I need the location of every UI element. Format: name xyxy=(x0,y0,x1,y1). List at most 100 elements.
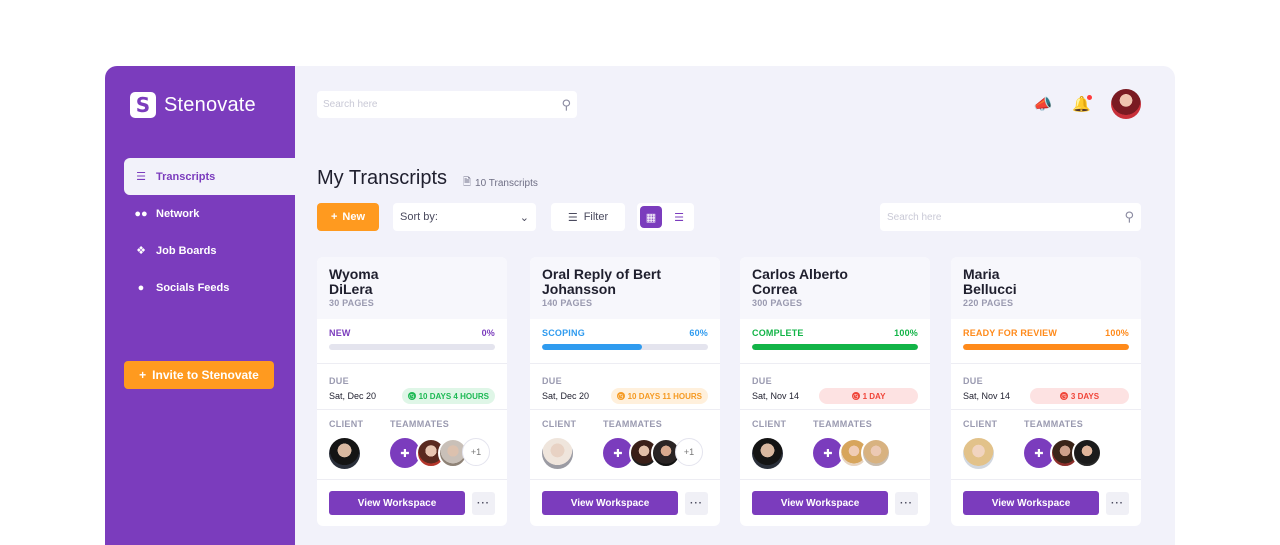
transcript-card: Oral Reply of Bert Johansson 140 PAGES SC… xyxy=(530,257,720,526)
sidebar-item-label: Job Boards xyxy=(156,244,217,257)
more-options-icon[interactable]: ··· xyxy=(472,491,495,515)
view-workspace-button[interactable]: View Workspace xyxy=(963,491,1099,515)
more-teammates-badge[interactable]: +1 xyxy=(462,438,490,466)
card-header: Carlos Alberto Correa 300 PAGES xyxy=(740,257,930,319)
client-label: CLIENT xyxy=(329,419,364,429)
transcript-card: Carlos Alberto Correa 300 PAGES COMPLETE … xyxy=(740,257,930,526)
plus-icon: + xyxy=(139,368,147,382)
progress-track xyxy=(963,344,1129,350)
card-title[interactable]: Carlos Alberto Correa xyxy=(752,267,918,297)
due-date: Sat, Nov 14 xyxy=(963,391,1011,401)
sidebar-item-job-boards[interactable]: ❖ Job Boards xyxy=(124,232,295,269)
sort-dropdown[interactable]: Sort by: ⌄ xyxy=(393,203,536,231)
transcript-card: Maria Bellucci 220 PAGES READY FOR REVIEW… xyxy=(951,257,1141,526)
card-due: DUE Sat, Dec 20 ◷ 10 DAYS 4 HOURS xyxy=(317,363,507,409)
chevron-down-icon: ⌄ xyxy=(519,211,529,224)
card-pages: 140 PAGES xyxy=(542,298,593,308)
due-label: DUE xyxy=(329,376,349,386)
sidebar-item-label: Transcripts xyxy=(156,170,216,183)
teammates-label: TEAMMATES xyxy=(1024,419,1084,429)
due-date: Sat, Dec 20 xyxy=(329,391,377,401)
view-workspace-button[interactable]: View Workspace xyxy=(542,491,678,515)
progress-percent: 100% xyxy=(1105,328,1129,338)
teammate-avatar[interactable] xyxy=(861,438,891,468)
card-title[interactable]: Maria Bellucci xyxy=(963,267,1129,297)
invite-button[interactable]: + Invite to Stenovate xyxy=(124,361,274,389)
progress-track xyxy=(542,344,708,350)
sidebar-item-socials-feeds[interactable]: ● Socials Feeds xyxy=(124,269,295,306)
teammate-avatar[interactable] xyxy=(1072,438,1102,468)
clock-icon: ◷ xyxy=(407,392,416,400)
card-pages: 220 PAGES xyxy=(963,298,1014,308)
teammates-label: TEAMMATES xyxy=(603,419,663,429)
card-actions: View Workspace ··· xyxy=(530,479,720,526)
more-options-icon[interactable]: ··· xyxy=(895,491,918,515)
page-title: My Transcripts xyxy=(317,167,448,189)
more-options-icon[interactable]: ··· xyxy=(1106,491,1129,515)
megaphone-icon[interactable]: 📣 xyxy=(1034,95,1053,113)
sidebar-item-label: Socials Feeds xyxy=(156,281,230,294)
sidebar-nav: ☰ Transcripts ●● Network ❖ Job Boards ● … xyxy=(124,158,295,306)
top-search-bar: ⚲ xyxy=(317,91,577,118)
sidebar-item-transcripts[interactable]: ☰ Transcripts xyxy=(124,158,295,195)
status-label: NEW xyxy=(329,328,351,338)
brand-name: Stenovate xyxy=(164,93,256,116)
client-avatar[interactable] xyxy=(542,438,573,469)
status-label: READY FOR REVIEW xyxy=(963,328,1058,338)
search-icon[interactable]: ⚲ xyxy=(1124,209,1134,225)
new-button[interactable]: + New xyxy=(317,203,379,231)
card-title[interactable]: Wyoma DiLera xyxy=(329,267,495,297)
time-left-badge: ◷ 1 DAY xyxy=(819,388,918,404)
due-label: DUE xyxy=(542,376,562,386)
logo-icon: S xyxy=(130,92,156,118)
card-header: Maria Bellucci 220 PAGES xyxy=(951,257,1141,319)
time-left-badge: ◷ 3 DAYS xyxy=(1030,388,1129,404)
card-pages: 30 PAGES xyxy=(329,298,374,308)
plus-icon: + xyxy=(330,211,338,223)
due-date: Sat, Nov 14 xyxy=(752,391,800,401)
card-actions: View Workspace ··· xyxy=(317,479,507,526)
grid-view-icon[interactable]: ▦ xyxy=(640,206,662,228)
sort-label: Sort by: xyxy=(400,211,438,223)
more-teammates-badge[interactable]: +1 xyxy=(675,438,703,466)
teammate-list: ✚ xyxy=(1024,438,1102,468)
bell-icon[interactable]: 🔔 xyxy=(1072,95,1092,113)
card-status: SCOPING 60% xyxy=(530,319,720,363)
teammate-list: ✚ xyxy=(813,438,891,468)
client-label: CLIENT xyxy=(963,419,998,429)
teammates-label: TEAMMATES xyxy=(813,419,873,429)
time-left-badge: ◷ 10 DAYS 11 HOURS xyxy=(610,388,708,404)
notification-dot xyxy=(1087,95,1092,100)
progress-track xyxy=(752,344,918,350)
more-options-icon[interactable]: ··· xyxy=(685,491,708,515)
top-actions: 📣 🔔 xyxy=(1034,89,1141,119)
client-label: CLIENT xyxy=(752,419,787,429)
view-workspace-button[interactable]: View Workspace xyxy=(329,491,465,515)
progress-percent: 0% xyxy=(481,328,495,338)
card-status: READY FOR REVIEW 100% xyxy=(951,319,1141,363)
client-avatar[interactable] xyxy=(752,438,783,469)
card-pages: 300 PAGES xyxy=(752,298,803,308)
list-view-icon[interactable]: ☰ xyxy=(668,206,690,228)
transcript-count-label: 10 Transcripts xyxy=(475,178,538,189)
view-workspace-button[interactable]: View Workspace xyxy=(752,491,888,515)
filter-button[interactable]: ☰ Filter xyxy=(551,203,625,231)
card-team: CLIENT TEAMMATES ✚ xyxy=(951,409,1141,479)
client-avatar[interactable] xyxy=(329,438,360,469)
card-actions: View Workspace ··· xyxy=(740,479,930,526)
client-avatar[interactable] xyxy=(963,438,994,469)
clock-icon: ◷ xyxy=(616,392,625,400)
card-actions: View Workspace ··· xyxy=(951,479,1141,526)
progress-percent: 60% xyxy=(689,328,708,338)
new-label: New xyxy=(342,211,366,223)
teammate-list: ✚ +1 xyxy=(603,438,703,468)
transcript-search-input[interactable] xyxy=(887,211,1125,223)
sidebar-item-network[interactable]: ●● Network xyxy=(124,195,295,232)
due-date: Sat, Dec 20 xyxy=(542,391,590,401)
top-search-input[interactable] xyxy=(323,99,562,110)
user-avatar[interactable] xyxy=(1111,89,1141,119)
search-icon[interactable]: ⚲ xyxy=(561,97,571,113)
transcript-card: Wyoma DiLera 30 PAGES NEW 0% DUE Sat, Dec… xyxy=(317,257,507,526)
card-title[interactable]: Oral Reply of Bert Johansson xyxy=(542,267,708,297)
brand[interactable]: S Stenovate xyxy=(130,92,256,118)
